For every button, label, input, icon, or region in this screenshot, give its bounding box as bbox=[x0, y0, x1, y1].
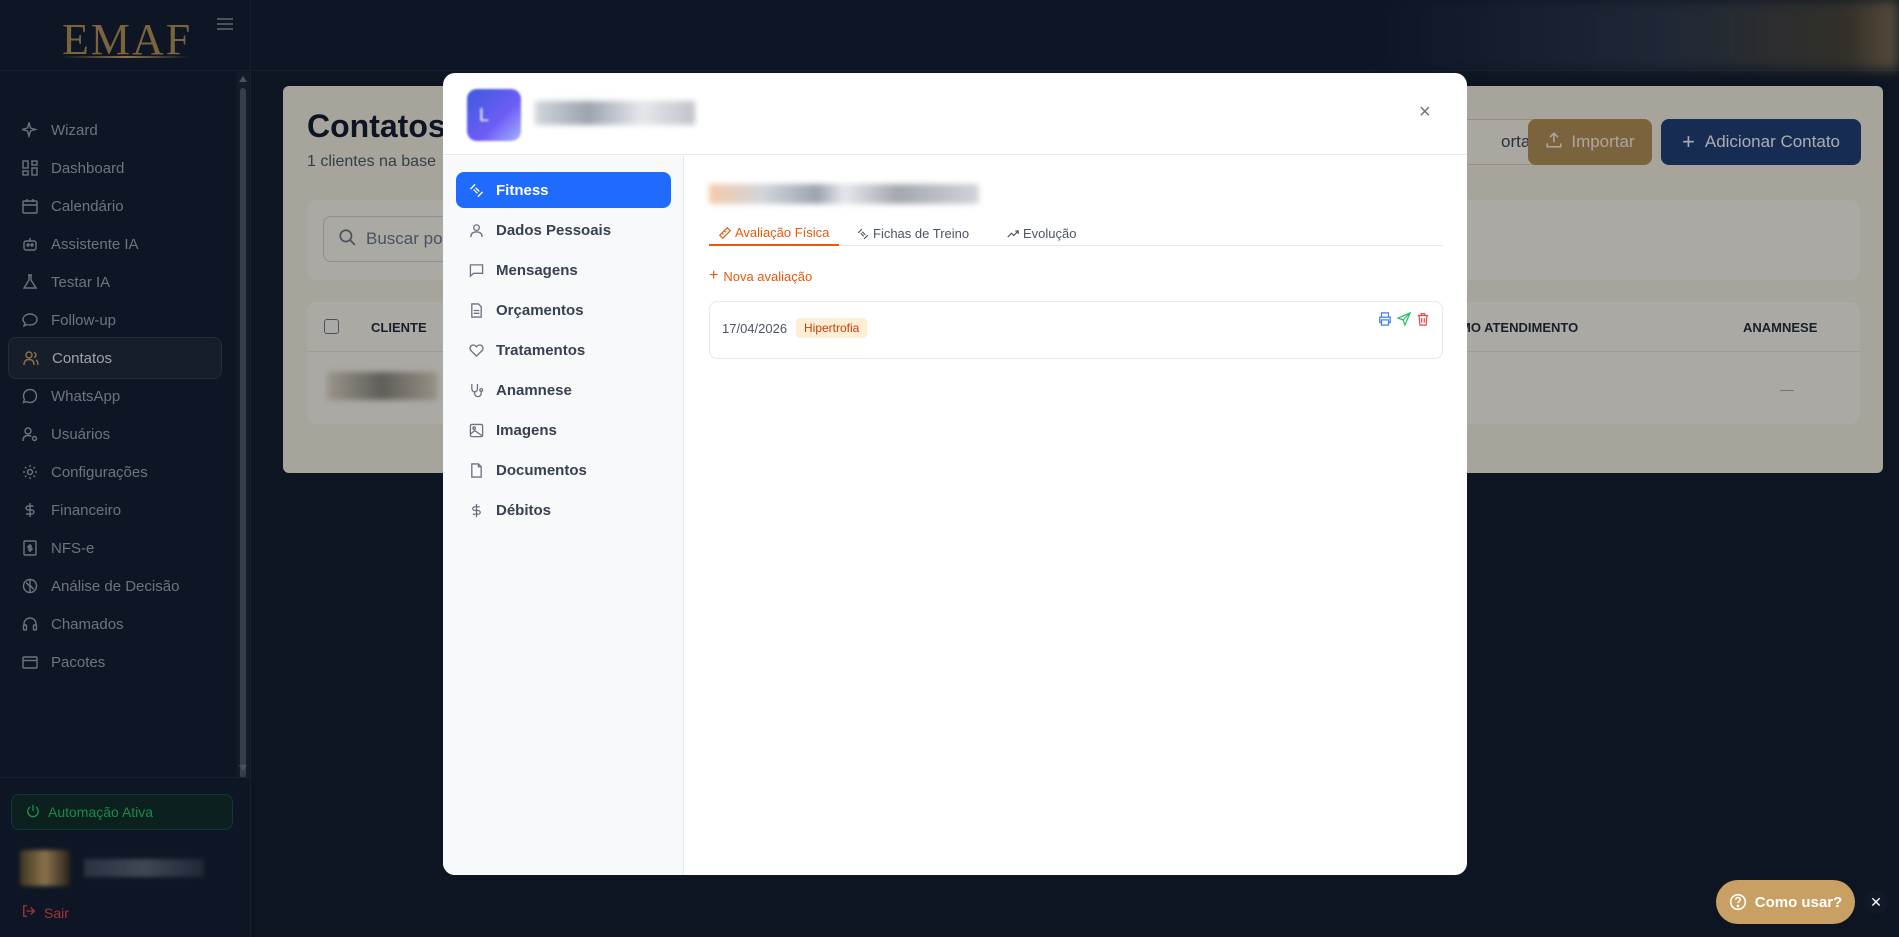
section-title-redacted bbox=[709, 184, 979, 204]
evaluation-actions bbox=[1378, 312, 1430, 326]
tab-label: Evolução bbox=[1023, 226, 1077, 241]
dumbbell-icon bbox=[857, 228, 869, 240]
trending-up-icon bbox=[1007, 228, 1019, 240]
ruler-icon bbox=[719, 226, 731, 239]
contact-name-redacted bbox=[535, 101, 695, 125]
close-icon[interactable]: × bbox=[1419, 102, 1433, 122]
modal-tab-anamnese[interactable]: Anamnese bbox=[456, 372, 671, 408]
modal-tab-label: Fitness bbox=[496, 181, 549, 199]
modal-tab-dados-pessoais[interactable]: Dados Pessoais bbox=[456, 212, 671, 248]
user-icon bbox=[468, 222, 484, 238]
modal-tab-label: Tratamentos bbox=[496, 341, 586, 359]
send-icon[interactable] bbox=[1397, 312, 1411, 326]
fitness-panel: Avaliação Física Fichas de Treino Evoluç… bbox=[685, 156, 1467, 875]
new-evaluation-button[interactable]: + Nova avaliação bbox=[709, 268, 812, 284]
close-help-icon[interactable]: ✕ bbox=[1864, 890, 1888, 914]
tab-label: Avaliação Física bbox=[735, 225, 830, 240]
tab-evolucao[interactable]: Evolução bbox=[997, 221, 1086, 246]
plus-icon: + bbox=[709, 267, 719, 284]
print-icon[interactable] bbox=[1378, 312, 1392, 326]
tab-avaliacao-fisica[interactable]: Avaliação Física bbox=[709, 221, 840, 246]
tab-fichas-treino[interactable]: Fichas de Treino bbox=[847, 221, 979, 246]
modal-tab-imagens[interactable]: Imagens bbox=[456, 412, 671, 448]
modal-header: L × bbox=[443, 73, 1467, 155]
modal-tab-documentos[interactable]: Documentos bbox=[456, 452, 671, 488]
avatar: L bbox=[467, 89, 521, 141]
stethoscope-icon bbox=[468, 382, 484, 398]
trash-icon[interactable] bbox=[1416, 312, 1430, 326]
file-text-icon bbox=[468, 302, 484, 318]
image-icon bbox=[468, 422, 484, 438]
help-label: Como usar? bbox=[1754, 893, 1843, 911]
evaluation-date: 17/04/2026 bbox=[722, 321, 788, 336]
fitness-tabs: Avaliação Física Fichas de Treino Evoluç… bbox=[709, 221, 1443, 246]
modal-tab-orcamentos[interactable]: Orçamentos bbox=[456, 292, 671, 328]
document-icon bbox=[468, 462, 484, 478]
modal-tab-label: Orçamentos bbox=[496, 301, 584, 319]
dollar-icon bbox=[468, 502, 484, 518]
contact-modal: L × Fitness Dados Pessoais Mensagens Orç… bbox=[443, 73, 1467, 875]
new-evaluation-label: Nova avaliação bbox=[723, 268, 813, 284]
modal-tab-label: Débitos bbox=[496, 501, 552, 519]
heart-icon bbox=[468, 342, 484, 358]
dumbbell-icon bbox=[468, 182, 484, 198]
modal-tab-tratamentos[interactable]: Tratamentos bbox=[456, 332, 671, 368]
modal-tab-label: Documentos bbox=[496, 461, 587, 479]
modal-tab-label: Anamnese bbox=[496, 381, 572, 399]
modal-tab-label: Imagens bbox=[496, 421, 557, 439]
modal-sidebar: Fitness Dados Pessoais Mensagens Orçamen… bbox=[443, 156, 684, 875]
modal-tab-fitness[interactable]: Fitness bbox=[456, 172, 671, 208]
help-button[interactable]: Como usar? bbox=[1716, 880, 1855, 924]
modal-tab-label: Mensagens bbox=[496, 261, 578, 279]
tab-label: Fichas de Treino bbox=[873, 226, 970, 241]
modal-tab-debitos[interactable]: Débitos bbox=[456, 492, 671, 528]
message-icon bbox=[468, 262, 484, 278]
avatar-letter: L bbox=[479, 104, 490, 125]
evaluation-goal-badge: Hipertrofia bbox=[796, 318, 868, 338]
modal-tab-label: Dados Pessoais bbox=[496, 221, 612, 239]
modal-tab-mensagens[interactable]: Mensagens bbox=[456, 252, 671, 288]
help-circle-icon bbox=[1729, 893, 1747, 911]
evaluation-card[interactable]: 17/04/2026 Hipertrofia bbox=[709, 301, 1443, 359]
